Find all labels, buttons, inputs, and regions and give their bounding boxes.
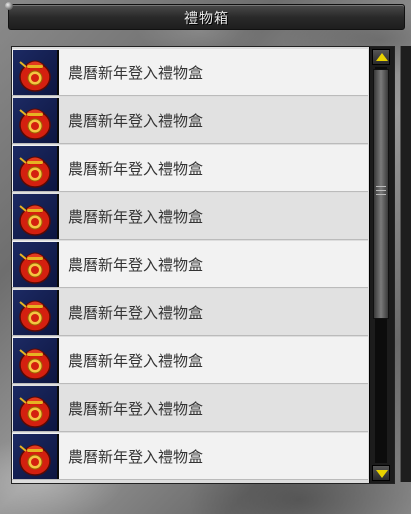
red-gift-pouch-icon	[13, 338, 59, 383]
red-gift-pouch-icon	[13, 50, 59, 95]
gift-item-label: 農曆新年登入禮物盒	[68, 256, 204, 274]
gift-item-label: 農曆新年登入禮物盒	[68, 448, 204, 466]
gift-item-label: 農曆新年登入禮物盒	[68, 304, 204, 322]
red-gift-pouch-icon	[13, 434, 59, 479]
gift-item-label: 農曆新年登入禮物盒	[68, 400, 204, 418]
gift-list-item[interactable]: 農曆新年登入禮物盒	[12, 193, 368, 240]
gift-list-item[interactable]: 農曆新年登入禮物盒	[12, 289, 368, 336]
window-title: 禮物箱	[184, 11, 229, 27]
gift-list: 農曆新年登入禮物盒 農曆新年登入禮物盒 農曆新年登入禮物盒 農曆新年登入禮物盒 農曆新年…	[12, 47, 368, 483]
grip-line	[376, 190, 386, 191]
gift-item-label: 農曆新年登入禮物盒	[68, 352, 204, 370]
gift-list-item[interactable]: 農曆新年登入禮物盒	[12, 337, 368, 384]
scroll-up-button[interactable]	[372, 49, 390, 65]
gift-item-label: 農曆新年登入禮物盒	[68, 64, 204, 82]
red-gift-pouch-icon	[13, 290, 59, 335]
scroll-down-button[interactable]	[372, 465, 390, 481]
grip-line	[376, 186, 386, 187]
gift-item-label: 農曆新年登入禮物盒	[68, 160, 204, 178]
gift-list-item[interactable]: 農曆新年登入禮物盒	[12, 385, 368, 432]
gift-list-item[interactable]: 農曆新年登入禮物盒	[12, 145, 368, 192]
red-gift-pouch-icon	[13, 146, 59, 191]
gift-list-item[interactable]: 農曆新年登入禮物盒	[12, 433, 368, 480]
gift-item-label: 農曆新年登入禮物盒	[68, 208, 204, 226]
grip-line	[376, 194, 386, 195]
gift-list-item[interactable]: 農曆新年登入禮物盒	[12, 97, 368, 144]
scrollbar[interactable]	[369, 47, 394, 483]
gift-item-label: 農曆新年登入禮物盒	[68, 112, 204, 130]
scroll-thumb[interactable]	[373, 69, 389, 319]
arrow-up-icon	[376, 53, 388, 61]
red-gift-pouch-icon	[13, 194, 59, 239]
window-titlebar[interactable]: 禮物箱	[5, 2, 405, 30]
side-frame	[400, 46, 411, 482]
red-gift-pouch-icon	[13, 386, 59, 431]
gift-list-item[interactable]: 農曆新年登入禮物盒	[12, 49, 368, 96]
gift-list-item[interactable]: 農曆新年登入禮物盒	[12, 241, 368, 288]
arrow-down-icon	[376, 470, 388, 478]
red-gift-pouch-icon	[13, 98, 59, 143]
gift-list-panel: 農曆新年登入禮物盒 農曆新年登入禮物盒 農曆新年登入禮物盒 農曆新年登入禮物盒 農曆新年…	[11, 46, 395, 484]
red-gift-pouch-icon	[13, 242, 59, 287]
